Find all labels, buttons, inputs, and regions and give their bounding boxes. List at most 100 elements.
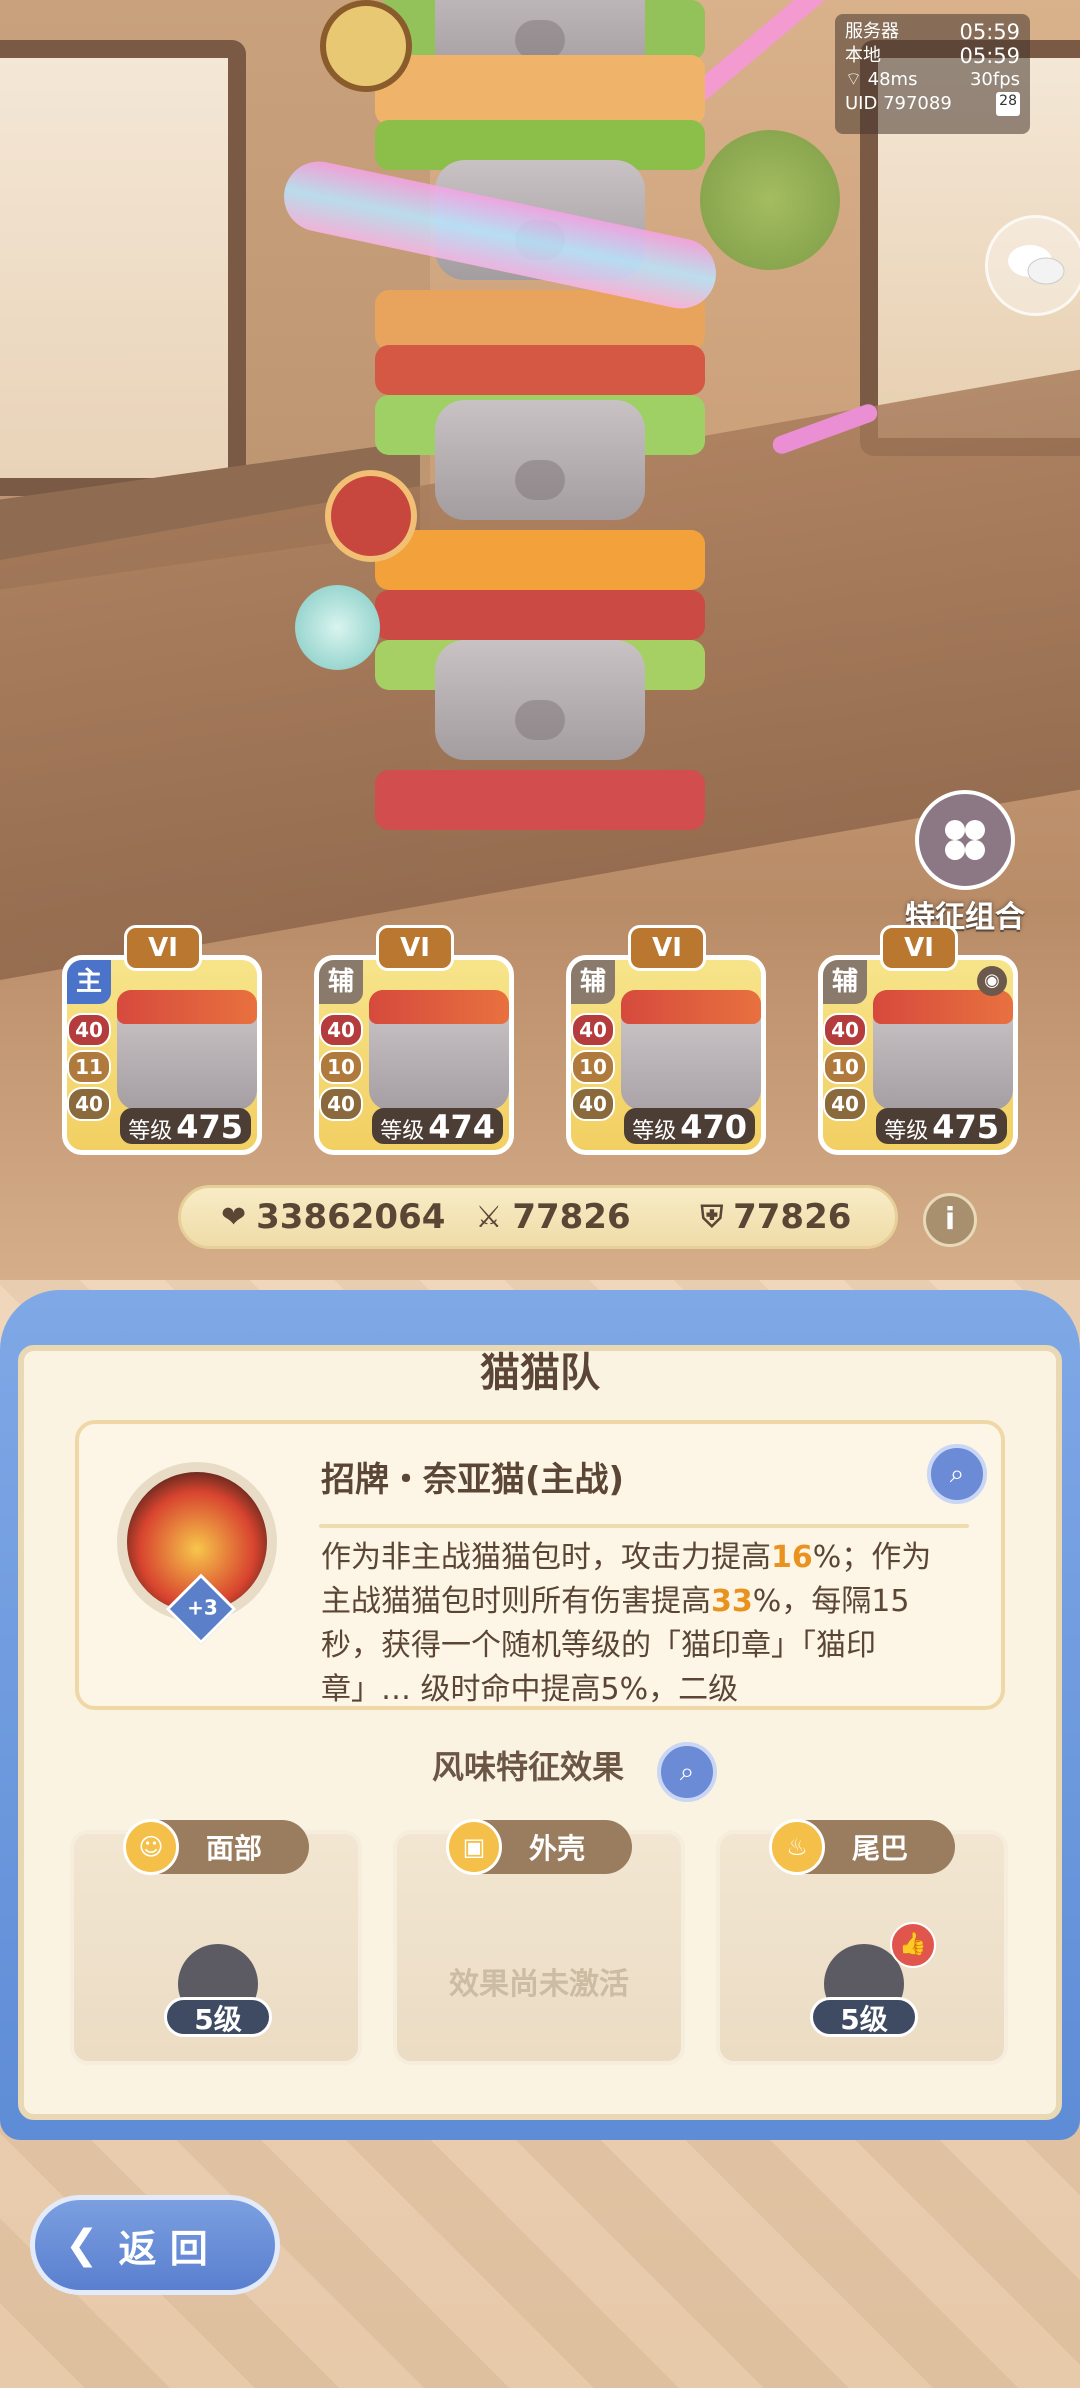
plant <box>700 130 840 270</box>
level-label: 等级 <box>632 1119 677 1144</box>
server-label: 服务器 <box>845 21 899 42</box>
stat-column: 40 11 40 <box>67 1010 111 1124</box>
shell-icon: ▣ <box>446 1819 502 1875</box>
local-time: 05:59 <box>959 44 1020 68</box>
cat-sandwich-stack <box>375 0 705 830</box>
stat-column: 40 10 40 <box>319 1010 363 1124</box>
divider <box>319 1524 969 1528</box>
role-badge: 辅 <box>823 960 867 1004</box>
cat-portrait <box>621 990 761 1110</box>
team-card[interactable]: 辅 ◉ 40 10 40 等级 475 <box>818 955 1018 1155</box>
flavor-level: 5级 <box>810 1997 918 2037</box>
stat-value: 40 <box>67 1013 111 1047</box>
avocado-skewer-icon <box>320 0 412 92</box>
level-badge: 等级 470 <box>624 1108 755 1146</box>
cat-portrait <box>117 990 257 1110</box>
rank-badge: VI <box>880 925 958 971</box>
stat-value: 10 <box>571 1050 615 1084</box>
flavor-level: 5级 <box>164 1997 272 2037</box>
team-card[interactable]: 辅 40 10 40 等级 474 <box>314 955 514 1155</box>
wifi-icon: ⌔ <box>845 69 862 90</box>
flavor-card-shell[interactable]: ▣ 外壳 效果尚未激活 <box>393 1819 685 2065</box>
rank-badge: VI <box>376 925 454 971</box>
fps: 30fps <box>969 69 1020 90</box>
flavor-tag: ☺ 面部 <box>123 1819 309 1875</box>
hp-value: 33862064 <box>256 1197 446 1237</box>
back-arrow-icon: ❮ <box>65 2222 99 2268</box>
stat-value: 40 <box>319 1087 363 1121</box>
cat-portrait <box>873 990 1013 1110</box>
stat-column: 40 10 40 <box>571 1010 615 1124</box>
headset-icon: ◉ <box>977 966 1007 996</box>
flavor-card-face[interactable]: ☺ 面部 5级 <box>70 1819 362 2065</box>
steak-skewer-icon <box>325 470 417 562</box>
server-time: 05:59 <box>959 20 1020 44</box>
magnifier-icon: ⌕ <box>949 1459 965 1489</box>
ping: 48ms <box>867 69 918 90</box>
team-cards: 主 40 11 40 等级 475 辅 40 10 40 等级 474 辅 40… <box>62 925 1022 1155</box>
team-card[interactable]: 主 40 11 40 等级 475 <box>62 955 262 1155</box>
local-label: 本地 <box>845 45 881 66</box>
defense-value: 77826 <box>733 1197 852 1237</box>
flavor-section-title: 风味特征效果 <box>431 1748 624 1786</box>
info-button[interactable]: i <box>923 1193 977 1247</box>
cat-face-icon: ☺ <box>123 1819 179 1875</box>
stat-value: 10 <box>823 1050 867 1084</box>
bread-layer <box>375 770 705 830</box>
level-label: 等级 <box>380 1119 425 1144</box>
back-button[interactable]: ❮ 返 回 <box>30 2195 280 2295</box>
level-value: 474 <box>428 1108 495 1146</box>
shield-icon: ⛨ <box>700 1199 724 1235</box>
role-badge: 主 <box>67 960 111 1004</box>
flavor-card-tail[interactable]: ♨ 尾巴 👍 5级 <box>716 1819 1008 2065</box>
level-label: 等级 <box>128 1119 173 1144</box>
heart-icon: ❤ <box>221 1199 247 1235</box>
cat-portrait <box>369 990 509 1110</box>
sausage-layer <box>375 590 705 640</box>
bread-layer <box>375 55 705 125</box>
battery-icon: 28 <box>996 92 1020 116</box>
skill-description: 作为非主战猫猫包时，攻击力提高16%；作为主战猫猫包时则所有伤害提高33%，每隔… <box>321 1540 932 1707</box>
back-label: 返 回 <box>118 2226 208 2271</box>
window-left <box>0 40 246 496</box>
flavor-tag: ♨ 尾巴 <box>769 1819 955 1875</box>
attack-value: 77826 <box>512 1197 631 1237</box>
flavor-detail-button[interactable]: ⌕ <box>657 1742 717 1802</box>
stat-value: 40 <box>823 1087 867 1121</box>
panel-title: 猫猫队 <box>480 1350 600 1396</box>
feature-combo-button[interactable]: 特征组合 <box>895 790 1035 935</box>
level-badge: 等级 474 <box>372 1108 503 1146</box>
stat-value: 11 <box>67 1050 111 1084</box>
stat-value: 40 <box>67 1087 111 1121</box>
inactive-text: 效果尚未激活 <box>449 1967 629 2002</box>
level-value: 475 <box>176 1108 243 1146</box>
flavor-tag: ▣ 外壳 <box>446 1819 632 1875</box>
stat-value: 40 <box>319 1013 363 1047</box>
cat-figure <box>435 640 645 760</box>
paw-cluster-icon <box>915 790 1015 890</box>
skill-detail-button[interactable]: ⌕ <box>927 1444 987 1504</box>
status-hud: 服务器 05:59 本地 05:59 ⌔ 48ms 30fps UID 7970… <box>835 14 1030 134</box>
chat-button[interactable] <box>985 215 1080 316</box>
skill-box: +3 招牌・奈亚猫(主战) ⌕ 作为非主战猫猫包时，攻击力提高16%；作为主战猫… <box>75 1420 1005 1710</box>
hp-stat: ❤ 33862064 <box>221 1197 445 1237</box>
stat-value: 40 <box>571 1013 615 1047</box>
team-stats-bar: ❤ 33862064 ⚔ 77826 ⛨ 77826 <box>178 1185 898 1249</box>
role-badge: 辅 <box>319 960 363 1004</box>
thumbs-up-icon: 👍 <box>890 1922 936 1968</box>
team-card[interactable]: 辅 40 10 40 等级 470 <box>566 955 766 1155</box>
tomato-layer <box>375 345 705 395</box>
role-badge: 辅 <box>571 960 615 1004</box>
orb-icon <box>295 585 380 670</box>
cat-figure <box>435 400 645 520</box>
level-label: 等级 <box>884 1119 929 1144</box>
chat-bubble-icon <box>1007 244 1064 284</box>
tail-icon: ♨ <box>769 1819 825 1875</box>
rank-badge: VI <box>124 925 202 971</box>
stat-column: 40 10 40 <box>823 1010 867 1124</box>
level-value: 470 <box>680 1108 747 1146</box>
crossed-swords-icon: ⚔ <box>475 1199 503 1235</box>
rank-badge: VI <box>628 925 706 971</box>
attack-stat: ⚔ 77826 <box>475 1197 630 1237</box>
skill-name: 招牌・奈亚猫(主战) <box>321 1460 625 1500</box>
